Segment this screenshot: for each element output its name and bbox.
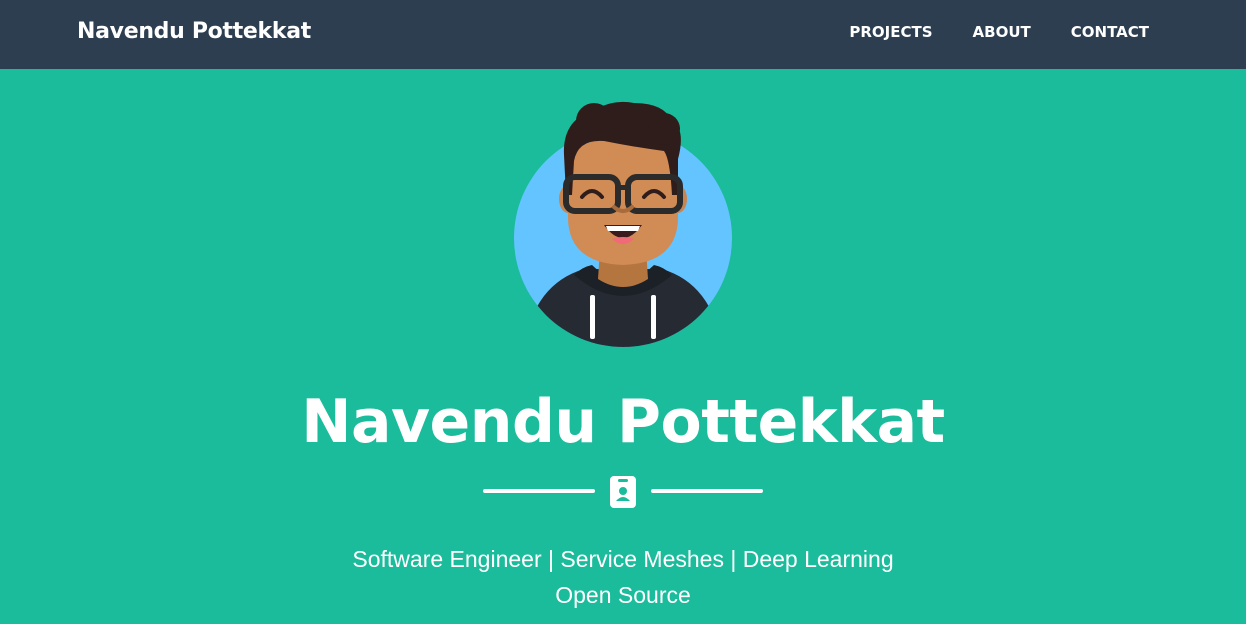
subtitle-line-1: Software Engineer | Service Meshes | Dee… (352, 546, 894, 572)
divider-line-right (651, 489, 763, 493)
cartoon-avatar-icon (514, 101, 732, 347)
nav-links: PROJECTS ABOUT CONTACT (829, 22, 1169, 42)
divider (483, 474, 763, 508)
subtitle-line-2: Open Source (555, 582, 691, 608)
subtitle: Software Engineer | Service Meshes | Dee… (0, 541, 1246, 613)
nav-link-about[interactable]: ABOUT (953, 22, 1051, 42)
divider-line-left (483, 489, 595, 493)
nav-link-contact[interactable]: CONTACT (1051, 22, 1169, 42)
masthead: Navendu Pottekkat Software Engineer | Se… (0, 69, 1246, 624)
brand-link[interactable]: Navendu Pottekkat (77, 18, 311, 46)
id-badge-icon (610, 476, 636, 508)
navbar: Navendu Pottekkat PROJECTS ABOUT CONTACT (0, 0, 1246, 69)
avatar (514, 99, 732, 347)
nav-link-projects[interactable]: PROJECTS (829, 22, 952, 42)
page-title: Navendu Pottekkat (301, 387, 945, 457)
